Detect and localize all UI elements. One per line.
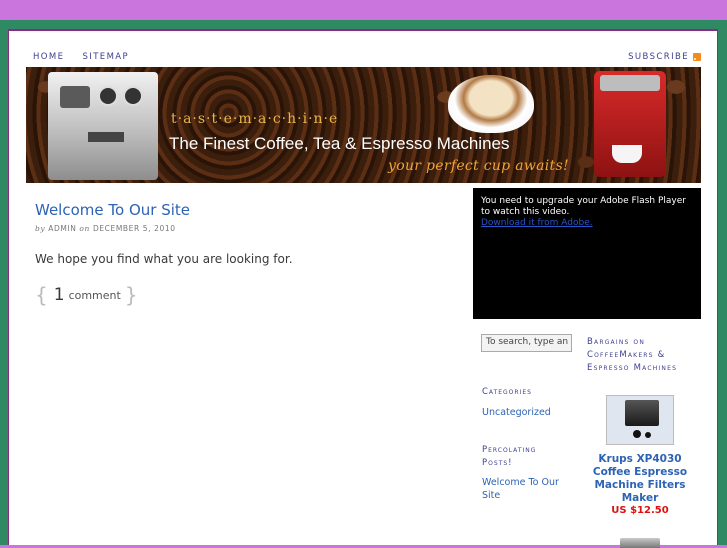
meta-author[interactable]: ADMIN xyxy=(48,224,76,233)
nav-home-link[interactable]: HOME xyxy=(33,52,64,62)
post-body: We hope you find what you are looking fo… xyxy=(35,252,293,266)
top-band xyxy=(0,0,727,20)
top-nav: HOME SITEMAP xyxy=(33,52,143,62)
content-wrapper: HOME SITEMAP SUBSCRIBE t·a·s·t·e·m·a·c·h… xyxy=(8,29,718,548)
comment-count: 1 xyxy=(53,285,65,305)
rss-icon xyxy=(693,53,701,61)
cappuccino-cup-image xyxy=(448,75,534,133)
recent-post-link[interactable]: Welcome To Our Site xyxy=(482,476,562,502)
subscribe-link[interactable]: SUBSCRIBE xyxy=(628,52,701,62)
subscribe-label: SUBSCRIBE xyxy=(628,52,689,62)
header-banner[interactable]: t·a·s·t·e·m·a·c·h·i·n·e The Finest Coffe… xyxy=(26,67,701,183)
categories-heading: Categories xyxy=(482,387,532,397)
red-espresso-machine-image xyxy=(594,71,666,177)
meta-by: by xyxy=(35,224,46,233)
meta-on: on xyxy=(79,224,90,233)
espresso-machine-image xyxy=(48,72,158,180)
site-slogan: your perfect cup awaits! xyxy=(388,158,569,174)
product-price: US $12.50 xyxy=(611,505,669,516)
meta-date: DECEMBER 5, 2010 xyxy=(92,224,176,233)
flash-message: You need to upgrade your Adobe Flash Pla… xyxy=(481,196,686,217)
search-input[interactable]: To search, type an xyxy=(481,334,572,352)
percolating-heading: Percolating Posts! xyxy=(482,445,537,468)
product-name-link[interactable]: Krups XP4030 Coffee Espresso Machine Fil… xyxy=(589,453,691,505)
brace-open: { xyxy=(35,283,48,307)
product-image[interactable] xyxy=(606,395,674,445)
post-title-link[interactable]: Welcome To Our Site xyxy=(35,201,190,219)
bargains-heading: Bargains on CoffeeMakers & Espresso Mach… xyxy=(587,337,678,373)
category-link[interactable]: Uncategorized xyxy=(482,406,551,419)
brace-close: } xyxy=(124,283,138,307)
post-meta: by ADMIN on DECEMBER 5, 2010 xyxy=(35,224,176,233)
comments-link[interactable]: { 1 comment } xyxy=(35,283,138,307)
flash-video-placeholder: You need to upgrade your Adobe Flash Pla… xyxy=(473,188,701,319)
second-product-image[interactable] xyxy=(620,538,660,548)
nav-sitemap-link[interactable]: SITEMAP xyxy=(83,52,130,62)
flash-download-link[interactable]: Download it from Adobe. xyxy=(481,218,593,228)
comment-label: comment xyxy=(68,288,121,302)
page-frame: HOME SITEMAP SUBSCRIBE t·a·s·t·e·m·a·c·h… xyxy=(0,20,727,548)
site-brand: t·a·s·t·e·m·a·c·h·i·n·e xyxy=(171,111,339,127)
site-tagline: The Finest Coffee, Tea & Espresso Machin… xyxy=(169,134,510,153)
